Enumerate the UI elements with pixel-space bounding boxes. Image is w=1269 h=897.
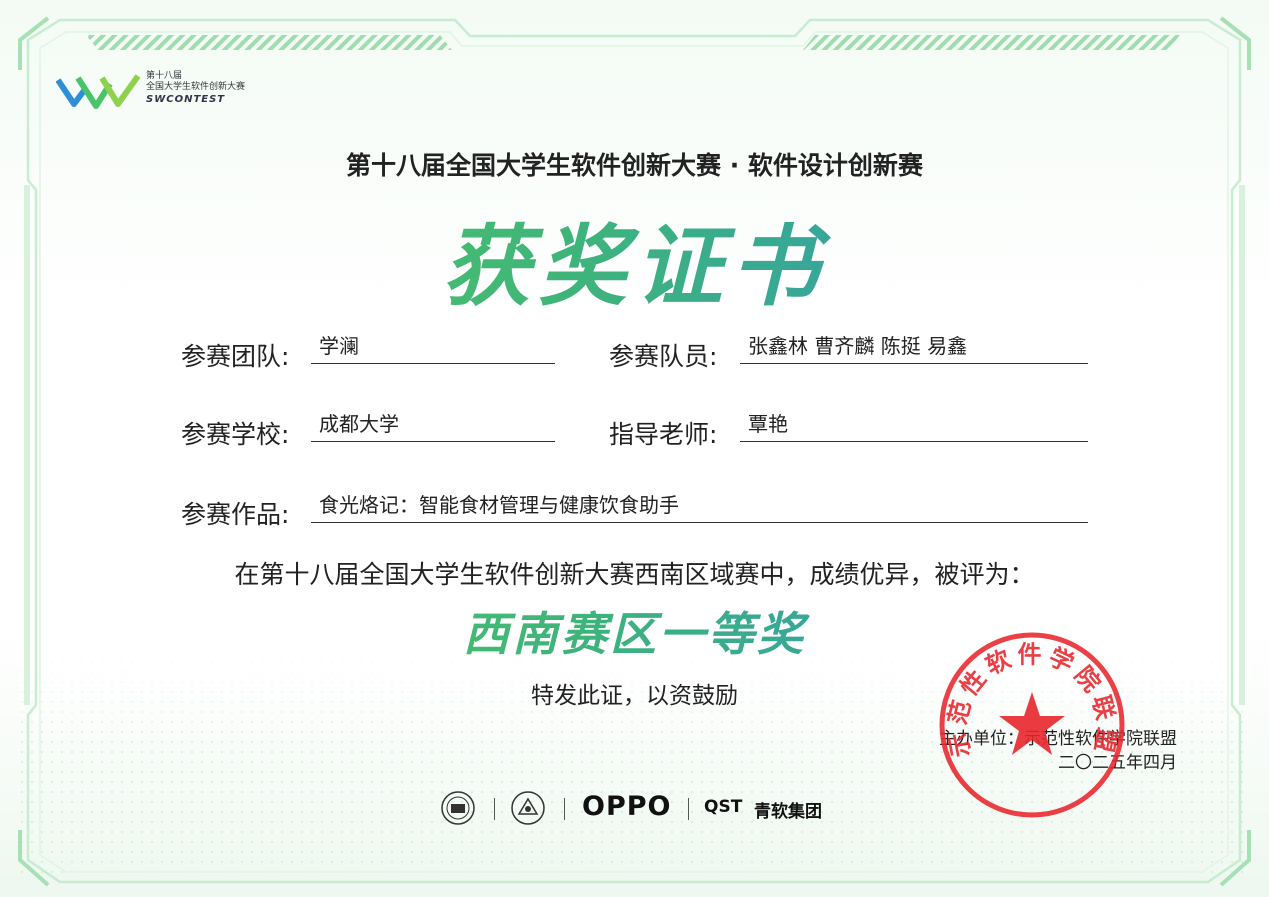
seal-star-icon xyxy=(999,692,1065,755)
logo-line-3: SWCONTEST xyxy=(146,94,226,105)
certificate-title: 获奖证书 xyxy=(0,196,1269,323)
certificate: 第十八届 全国大学生软件创新大赛 SWCONTEST 第十八届全国大学生软件创新… xyxy=(0,0,1269,897)
work-value: 食光烙记：智能食材管理与健康饮食助手 xyxy=(311,493,1088,523)
members-label: 参赛队员: xyxy=(609,342,718,371)
university-emblem-icon xyxy=(441,791,475,825)
official-seal: 示范性软件学院联盟 xyxy=(939,632,1125,818)
sponsor-divider xyxy=(688,798,689,820)
sponsor-divider xyxy=(494,798,495,820)
team-label: 参赛团队: xyxy=(181,342,290,371)
swcontest-logo: 第十八届 全国大学生软件创新大赛 SWCONTEST xyxy=(55,66,286,116)
school-value: 成都大学 xyxy=(311,412,555,442)
sponsor-divider xyxy=(564,798,565,820)
oppo-logo: OPPO xyxy=(582,791,672,822)
qst-logo-cn: 青软集团 xyxy=(754,802,822,822)
advisor-label: 指导老师: xyxy=(609,420,718,449)
competition-subtitle: 第十八届全国大学生软件创新大赛 · 软件设计创新赛 xyxy=(346,151,923,180)
alliance-emblem-icon xyxy=(511,791,545,825)
sponsor-bar: OPPO QST 青软集团 xyxy=(436,788,856,828)
team-value: 学澜 xyxy=(311,334,555,364)
award-statement: 在第十八届全国大学生软件创新大赛西南区域赛中，成绩优异，被评为： xyxy=(234,560,1035,589)
qst-logo: QST xyxy=(704,797,743,817)
work-label: 参赛作品: xyxy=(181,500,290,529)
school-label: 参赛学校: xyxy=(181,420,290,449)
members-value: 张鑫林 曹齐麟 陈挺 易鑫 xyxy=(740,334,1088,364)
logo-line-1: 第十八届 xyxy=(146,71,183,81)
logo-line-2: 全国大学生软件创新大赛 xyxy=(146,82,246,92)
swcontest-logo-icon xyxy=(55,74,141,109)
advisor-value: 覃艳 xyxy=(740,412,1088,442)
